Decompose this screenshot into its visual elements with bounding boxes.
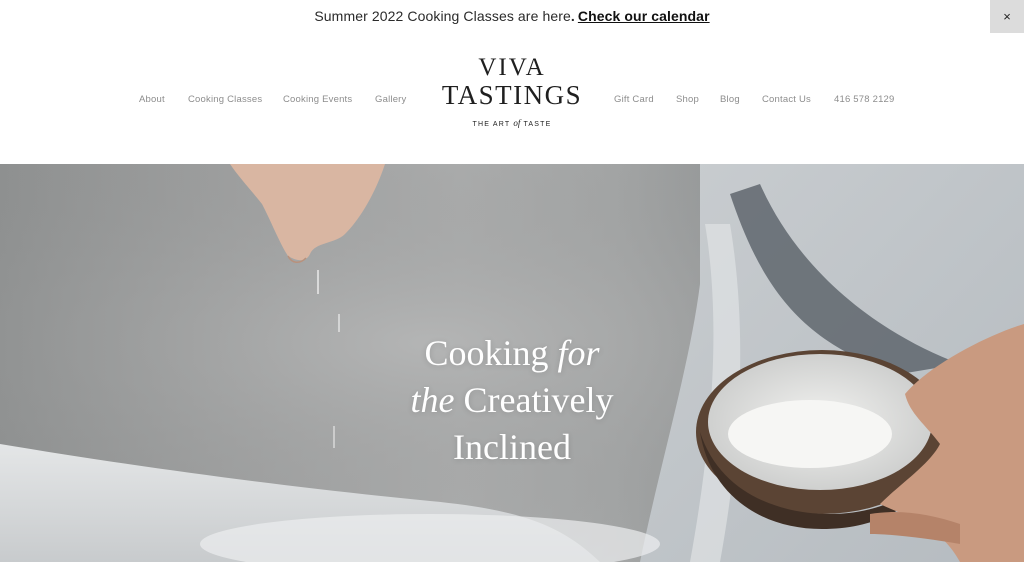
announcement-bar: Summer 2022 Cooking Classes are here. Ch… <box>0 0 1024 32</box>
nav-cooking-events[interactable]: Cooking Events <box>283 94 352 105</box>
logo-tagline-of: of <box>513 118 521 128</box>
nav-contact-us[interactable]: Contact Us <box>762 94 811 105</box>
logo-line-1: VIVA <box>478 54 546 81</box>
nav-gift-card[interactable]: Gift Card <box>614 94 654 105</box>
hero-line-2-b: Creatively <box>454 380 614 420</box>
logo-tagline: THE ART of TASTE <box>432 118 592 128</box>
nav-gallery[interactable]: Gallery <box>375 94 407 105</box>
check-calendar-link[interactable]: Check our calendar <box>578 8 710 24</box>
logo-tagline-post: TASTE <box>523 121 552 128</box>
logo-line-2: TASTINGS <box>441 80 583 110</box>
announcement-period: . <box>570 8 575 24</box>
nav-phone[interactable]: 416 578 2129 <box>834 94 895 105</box>
site-logo[interactable]: VIVA TASTINGS THE ART of TASTE <box>432 54 592 129</box>
hero-line-1: Cooking for <box>362 330 662 377</box>
nav-blog[interactable]: Blog <box>720 94 740 105</box>
hero-section: Cooking for the Creatively Inclined <box>0 164 1024 562</box>
hero-line-2: the Creatively <box>362 377 662 424</box>
nav-cooking-classes[interactable]: Cooking Classes <box>188 94 262 105</box>
nav-shop[interactable]: Shop <box>676 94 699 105</box>
hero-line-1-a: Cooking <box>424 333 558 373</box>
hero-line-3: Inclined <box>453 427 571 467</box>
hero-headline: Cooking for the Creatively Inclined <box>362 330 662 471</box>
logo-tagline-pre: THE ART <box>472 121 511 128</box>
nav-about[interactable]: About <box>139 94 165 105</box>
site-header: About Cooking Classes Cooking Events Gal… <box>0 33 1024 164</box>
close-announcement-button[interactable]: × <box>990 0 1024 33</box>
announcement-text: Summer 2022 Cooking Classes are here <box>314 8 571 24</box>
hero-line-1-b: for <box>557 333 600 373</box>
hero-line-2-a: the <box>410 380 455 420</box>
close-icon: × <box>1003 9 1011 24</box>
